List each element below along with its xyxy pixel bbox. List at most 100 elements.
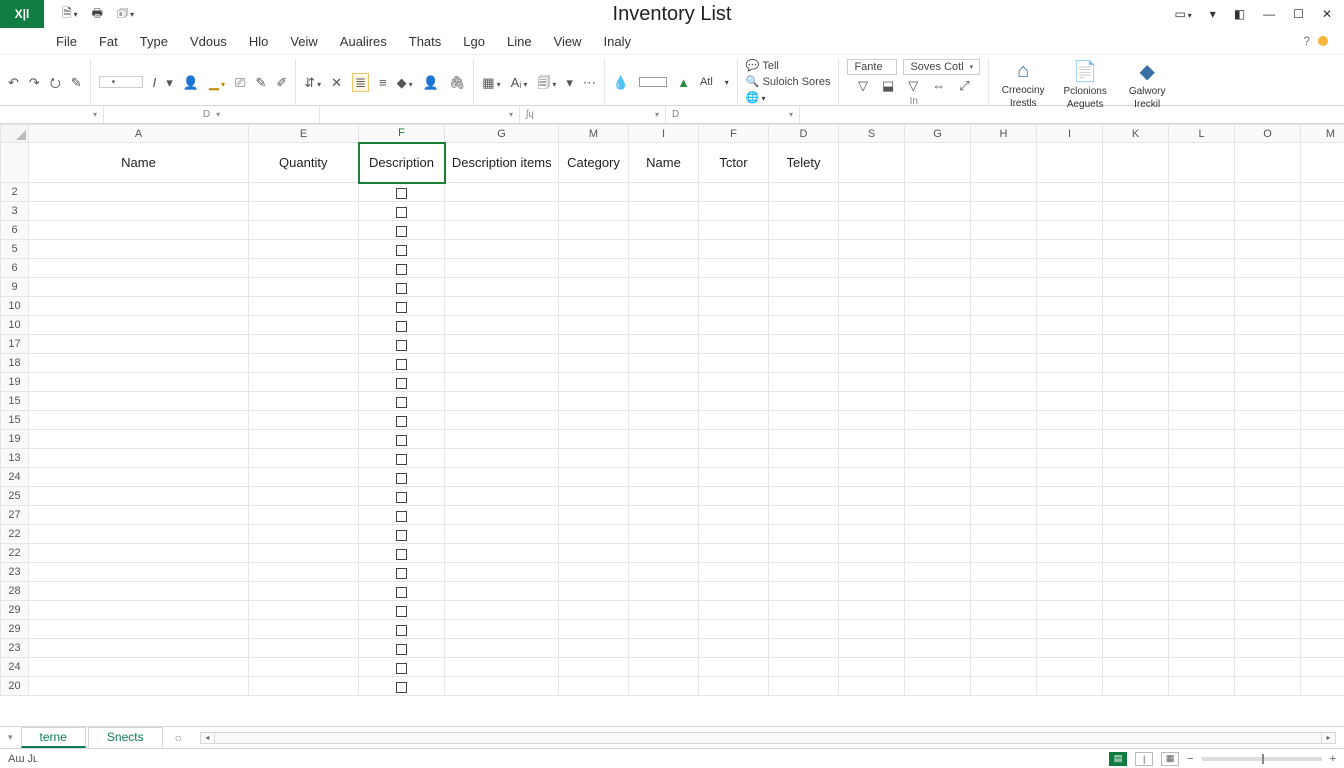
cell[interactable] <box>559 316 629 335</box>
cell[interactable] <box>629 544 699 563</box>
pin-icon[interactable]: ⬓ <box>882 79 894 92</box>
cell[interactable] <box>839 601 905 620</box>
cell[interactable] <box>1103 601 1169 620</box>
cell[interactable] <box>359 506 445 525</box>
filter-small-icon[interactable]: ▽ <box>858 79 868 92</box>
cell[interactable] <box>1103 335 1169 354</box>
app-icon[interactable]: X|l <box>0 0 44 28</box>
cell[interactable] <box>905 658 971 677</box>
cell[interactable] <box>1103 487 1169 506</box>
cell[interactable] <box>1037 677 1103 696</box>
cell[interactable] <box>1235 335 1301 354</box>
cell[interactable] <box>1037 316 1103 335</box>
cell[interactable] <box>699 620 769 639</box>
cell[interactable] <box>249 316 359 335</box>
cell[interactable] <box>769 373 839 392</box>
chevron-down-icon[interactable]: ▾ <box>725 78 729 87</box>
cell[interactable] <box>29 278 249 297</box>
cell[interactable] <box>629 183 699 202</box>
checkbox[interactable] <box>396 568 407 579</box>
cell[interactable] <box>1301 658 1344 677</box>
cell[interactable] <box>629 601 699 620</box>
cell[interactable] <box>1235 278 1301 297</box>
cell[interactable] <box>445 449 559 468</box>
cell[interactable] <box>839 449 905 468</box>
cell[interactable]: Name <box>29 143 249 183</box>
drop-icon[interactable]: 💧 <box>613 76 629 89</box>
checkbox[interactable] <box>396 302 407 313</box>
italic-icon[interactable]: I <box>153 76 157 89</box>
cell[interactable] <box>699 221 769 240</box>
cell[interactable] <box>1235 677 1301 696</box>
cell[interactable] <box>1301 259 1344 278</box>
cell[interactable] <box>445 259 559 278</box>
row-header[interactable]: 13 <box>1 449 29 468</box>
cell[interactable] <box>971 240 1037 259</box>
cell[interactable] <box>249 354 359 373</box>
chevron-down-icon[interactable]: ▾ <box>1210 7 1216 21</box>
column-header[interactable]: M <box>1301 125 1344 143</box>
cell[interactable] <box>559 430 629 449</box>
row-header[interactable]: 15 <box>1 392 29 411</box>
cell[interactable] <box>839 620 905 639</box>
cell[interactable] <box>839 639 905 658</box>
cell[interactable]: Description <box>359 143 445 183</box>
cell[interactable] <box>1169 392 1235 411</box>
row-header[interactable]: 25 <box>1 487 29 506</box>
cell[interactable] <box>559 278 629 297</box>
column-header[interactable]: M <box>559 125 629 143</box>
cell[interactable] <box>839 430 905 449</box>
delete-icon[interactable]: ✕ <box>331 76 342 89</box>
cell[interactable] <box>1169 183 1235 202</box>
cell[interactable] <box>1103 677 1169 696</box>
row-header[interactable]: 20 <box>1 677 29 696</box>
cell[interactable] <box>769 658 839 677</box>
cell[interactable] <box>1235 183 1301 202</box>
cell[interactable] <box>971 601 1037 620</box>
checkbox[interactable] <box>396 435 407 446</box>
horizontal-scrollbar[interactable]: ◂ ▸ <box>200 732 1336 744</box>
cell[interactable] <box>769 544 839 563</box>
cell[interactable] <box>839 183 905 202</box>
cell[interactable] <box>29 259 249 278</box>
menu-item[interactable]: Lgo <box>463 34 485 49</box>
qat-settings-icon[interactable]: 🗊▾ <box>117 4 134 25</box>
cell[interactable] <box>1037 658 1103 677</box>
cell[interactable] <box>1103 430 1169 449</box>
cell[interactable] <box>1037 335 1103 354</box>
cell[interactable] <box>359 525 445 544</box>
cell[interactable] <box>29 544 249 563</box>
cell[interactable] <box>559 487 629 506</box>
cell[interactable] <box>905 506 971 525</box>
row-header[interactable]: 6 <box>1 259 29 278</box>
menu-item[interactable]: File <box>56 34 77 49</box>
cell[interactable] <box>839 143 905 183</box>
zoom-in-icon[interactable]: + <box>1330 753 1336 765</box>
cell[interactable] <box>769 183 839 202</box>
cell[interactable] <box>769 506 839 525</box>
cell[interactable] <box>1301 240 1344 259</box>
cell[interactable] <box>445 240 559 259</box>
column-header[interactable]: G <box>905 125 971 143</box>
cell[interactable] <box>629 278 699 297</box>
cell[interactable] <box>905 354 971 373</box>
font-dropdown[interactable]: ▾ <box>99 76 143 88</box>
cell[interactable] <box>445 335 559 354</box>
cell[interactable] <box>1037 297 1103 316</box>
cell[interactable] <box>1103 620 1169 639</box>
cell[interactable] <box>699 563 769 582</box>
cell[interactable] <box>1103 221 1169 240</box>
cell[interactable] <box>1301 620 1344 639</box>
cell[interactable] <box>971 487 1037 506</box>
cell[interactable] <box>1235 411 1301 430</box>
cell[interactable] <box>1169 563 1235 582</box>
cell[interactable] <box>699 316 769 335</box>
cell[interactable] <box>629 449 699 468</box>
cell[interactable] <box>839 221 905 240</box>
cell[interactable] <box>905 639 971 658</box>
cell[interactable] <box>359 183 445 202</box>
scroll-right-icon[interactable]: ▸ <box>1321 733 1335 743</box>
cell[interactable] <box>29 202 249 221</box>
cell[interactable]: Description items <box>445 143 559 183</box>
warning-icon[interactable]: ▲ <box>677 76 690 89</box>
